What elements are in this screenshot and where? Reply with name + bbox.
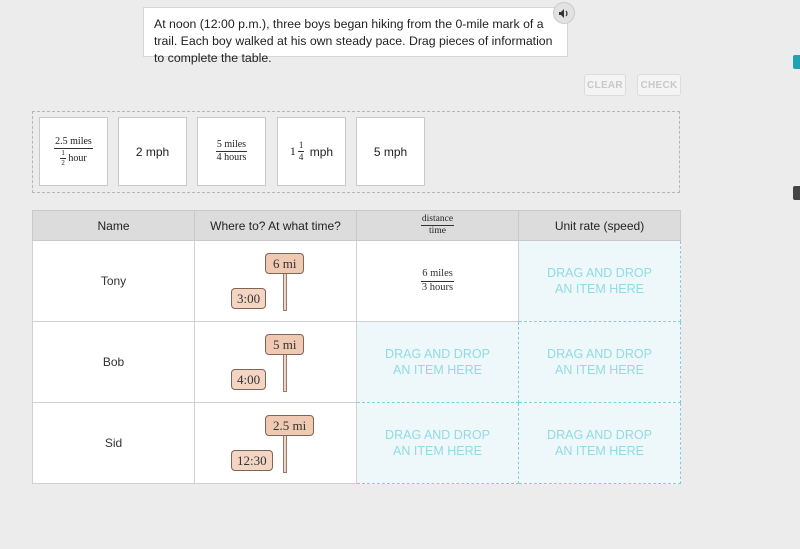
time-label: 12:30 bbox=[231, 450, 273, 471]
clear-button[interactable]: CLEAR bbox=[584, 74, 626, 96]
table-row: Bob 5 mi 4:00 DRAG AND DROP AN ITEM HERE… bbox=[32, 321, 681, 403]
sign-post bbox=[283, 433, 287, 473]
trail-sign-cell: 2.5 mi 12:30 bbox=[194, 402, 357, 484]
header-unit-rate: Unit rate (speed) bbox=[518, 210, 681, 241]
header-where: Where to? At what time? bbox=[194, 210, 357, 241]
rates-table: Name Where to? At what time? distance ti… bbox=[32, 210, 681, 484]
ratio-cell: 6 miles 3 hours bbox=[356, 240, 519, 322]
table-header-row: Name Where to? At what time? distance ti… bbox=[32, 210, 681, 241]
clear-label: CLEAR bbox=[587, 79, 623, 91]
row-name: Bob bbox=[32, 321, 195, 403]
instructions-panel: At noon (12:00 p.m.), three boys began h… bbox=[143, 7, 568, 65]
tile-2-mph[interactable]: 2 mph bbox=[118, 117, 187, 186]
trail-sign-cell: 5 mi 4:00 bbox=[194, 321, 357, 403]
tile-5-mph[interactable]: 5 mph bbox=[356, 117, 425, 186]
trail-sign-cell: 6 mi 3:00 bbox=[194, 240, 357, 322]
distance-sign: 5 mi bbox=[265, 334, 305, 355]
tile-fraction-numerator: 2.5 miles bbox=[54, 135, 93, 149]
time-label: 3:00 bbox=[231, 288, 267, 309]
header-distance-over-time: distance time bbox=[356, 210, 519, 241]
row-name: Sid bbox=[32, 402, 195, 484]
sign-post bbox=[283, 271, 287, 311]
instructions-text: At noon (12:00 p.m.), three boys began h… bbox=[154, 17, 553, 65]
table-row: Sid 2.5 mi 12:30 DRAG AND DROP AN ITEM H… bbox=[32, 402, 681, 484]
table-row: Tony 6 mi 3:00 6 miles 3 hours DRAG AND … bbox=[32, 240, 681, 322]
time-label: 4:00 bbox=[231, 369, 267, 390]
distance-sign: 2.5 mi bbox=[265, 415, 315, 436]
side-tab-top[interactable] bbox=[793, 55, 800, 69]
drop-zone-ratio-bob[interactable]: DRAG AND DROP AN ITEM HERE bbox=[356, 321, 519, 403]
header-name: Name bbox=[32, 210, 195, 241]
audio-button[interactable] bbox=[553, 2, 575, 24]
tile-1-and-quarter-mph[interactable]: 1 1 4 mph bbox=[277, 117, 346, 186]
row-name: Tony bbox=[32, 240, 195, 322]
tile-2.5-miles-per-half-hour[interactable]: 2.5 miles 1 2 hour bbox=[39, 117, 108, 186]
drop-zone-ratio-sid[interactable]: DRAG AND DROP AN ITEM HERE bbox=[356, 402, 519, 484]
drop-zone-unit-rate-sid[interactable]: DRAG AND DROP AN ITEM HERE bbox=[518, 402, 681, 484]
check-label: CHECK bbox=[640, 79, 678, 91]
sign-post bbox=[283, 352, 287, 392]
side-tab-bottom[interactable] bbox=[793, 186, 800, 200]
tile-5-miles-per-4-hours[interactable]: 5 miles 4 hours bbox=[197, 117, 266, 186]
speaker-icon bbox=[559, 8, 568, 18]
drop-zone-unit-rate-tony[interactable]: DRAG AND DROP AN ITEM HERE bbox=[518, 240, 681, 322]
distance-sign: 6 mi bbox=[265, 253, 305, 274]
drop-zone-unit-rate-bob[interactable]: DRAG AND DROP AN ITEM HERE bbox=[518, 321, 681, 403]
check-button[interactable]: CHECK bbox=[637, 74, 681, 96]
